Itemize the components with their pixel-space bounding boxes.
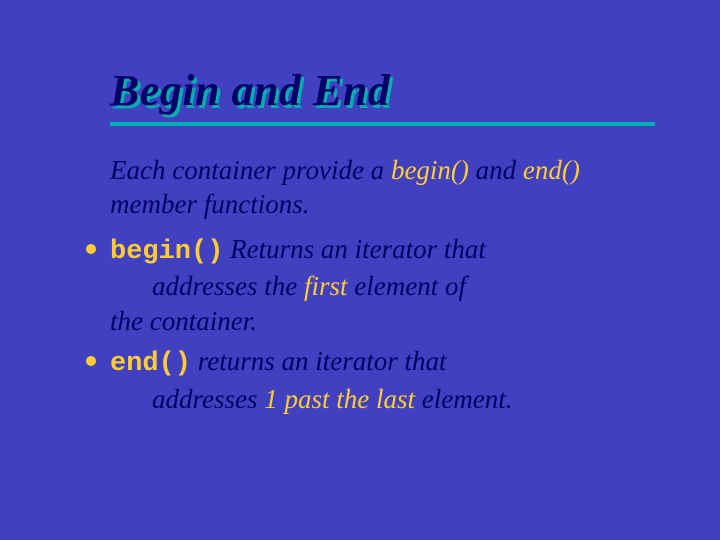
begin-line1: Returns an iterator that <box>223 234 486 264</box>
intro-begin-hl: begin() <box>391 155 469 185</box>
bullet-end: end() returns an iterator that addresses… <box>110 344 665 416</box>
slide: Begin and End Each container provide a b… <box>0 0 720 540</box>
begin-line2b: element of <box>348 271 466 301</box>
bullet-dot-icon <box>86 244 96 254</box>
bullet-begin: begin() Returns an iterator that address… <box>110 232 665 339</box>
end-line1: returns an iterator that <box>191 346 447 376</box>
intro-mid: and <box>469 155 523 185</box>
end-code: end() <box>110 349 191 379</box>
intro-end-hl: end() <box>523 155 580 185</box>
begin-first-hl: first <box>304 271 348 301</box>
end-pastlast-hl: 1 past the last <box>264 384 415 414</box>
begin-code: begin() <box>110 237 223 267</box>
begin-line2a: addresses the <box>152 271 304 301</box>
slide-title: Begin and End <box>110 65 665 116</box>
bullet-list: begin() Returns an iterator that address… <box>110 232 665 417</box>
begin-line3: the container. <box>110 304 665 339</box>
intro-text: Each container provide a begin() and end… <box>110 154 665 222</box>
end-line2b: element. <box>415 384 512 414</box>
title-underline <box>110 122 655 126</box>
end-line2a: addresses <box>152 384 264 414</box>
bullet-dot-icon <box>86 356 96 366</box>
intro-pre: Each container provide a <box>110 155 391 185</box>
intro-post: member functions. <box>110 189 309 219</box>
